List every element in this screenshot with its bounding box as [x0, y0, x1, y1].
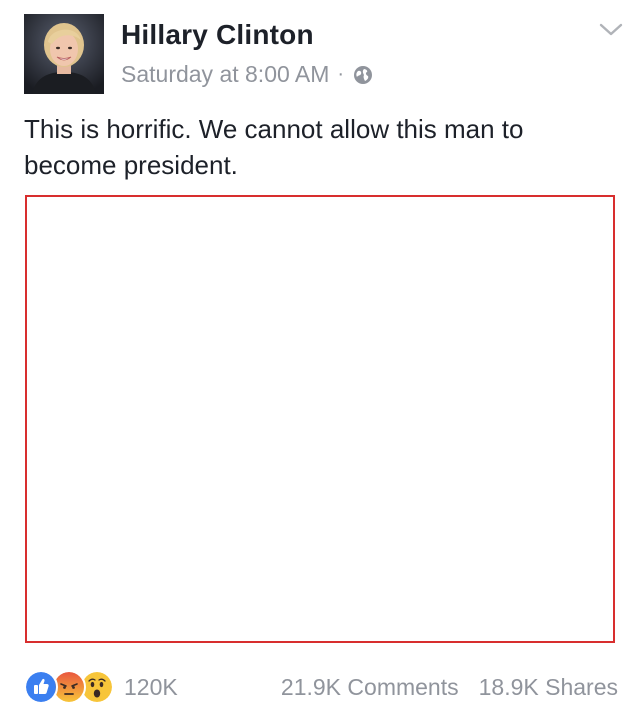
reactions-summary[interactable]: 120K [24, 670, 178, 704]
chevron-down-icon[interactable] [598, 20, 624, 40]
facebook-post: Hillary Clinton Saturday at 8:00 AM · Th… [0, 0, 640, 716]
comments-count[interactable]: 21.9K Comments [281, 674, 459, 701]
shares-count[interactable]: 18.9K Shares [479, 674, 618, 701]
post-timestamp[interactable]: Saturday at 8:00 AM [121, 61, 329, 88]
reaction-count: 120K [124, 673, 178, 700]
engagement-counts: 21.9K Comments 18.9K Shares [281, 674, 618, 701]
author-name[interactable]: Hillary Clinton [121, 19, 314, 51]
like-icon [24, 670, 58, 704]
post-footer: 120K 21.9K Comments 18.9K Shares [24, 668, 618, 708]
post-header: Hillary Clinton Saturday at 8:00 AM · [24, 14, 624, 96]
post-meta: Saturday at 8:00 AM · [121, 61, 374, 88]
globe-icon[interactable] [352, 64, 374, 86]
author-avatar[interactable] [24, 14, 104, 94]
post-media-placeholder[interactable] [25, 195, 615, 643]
post-text: This is horrific. We cannot allow this m… [24, 114, 524, 180]
meta-separator: · [337, 63, 345, 85]
